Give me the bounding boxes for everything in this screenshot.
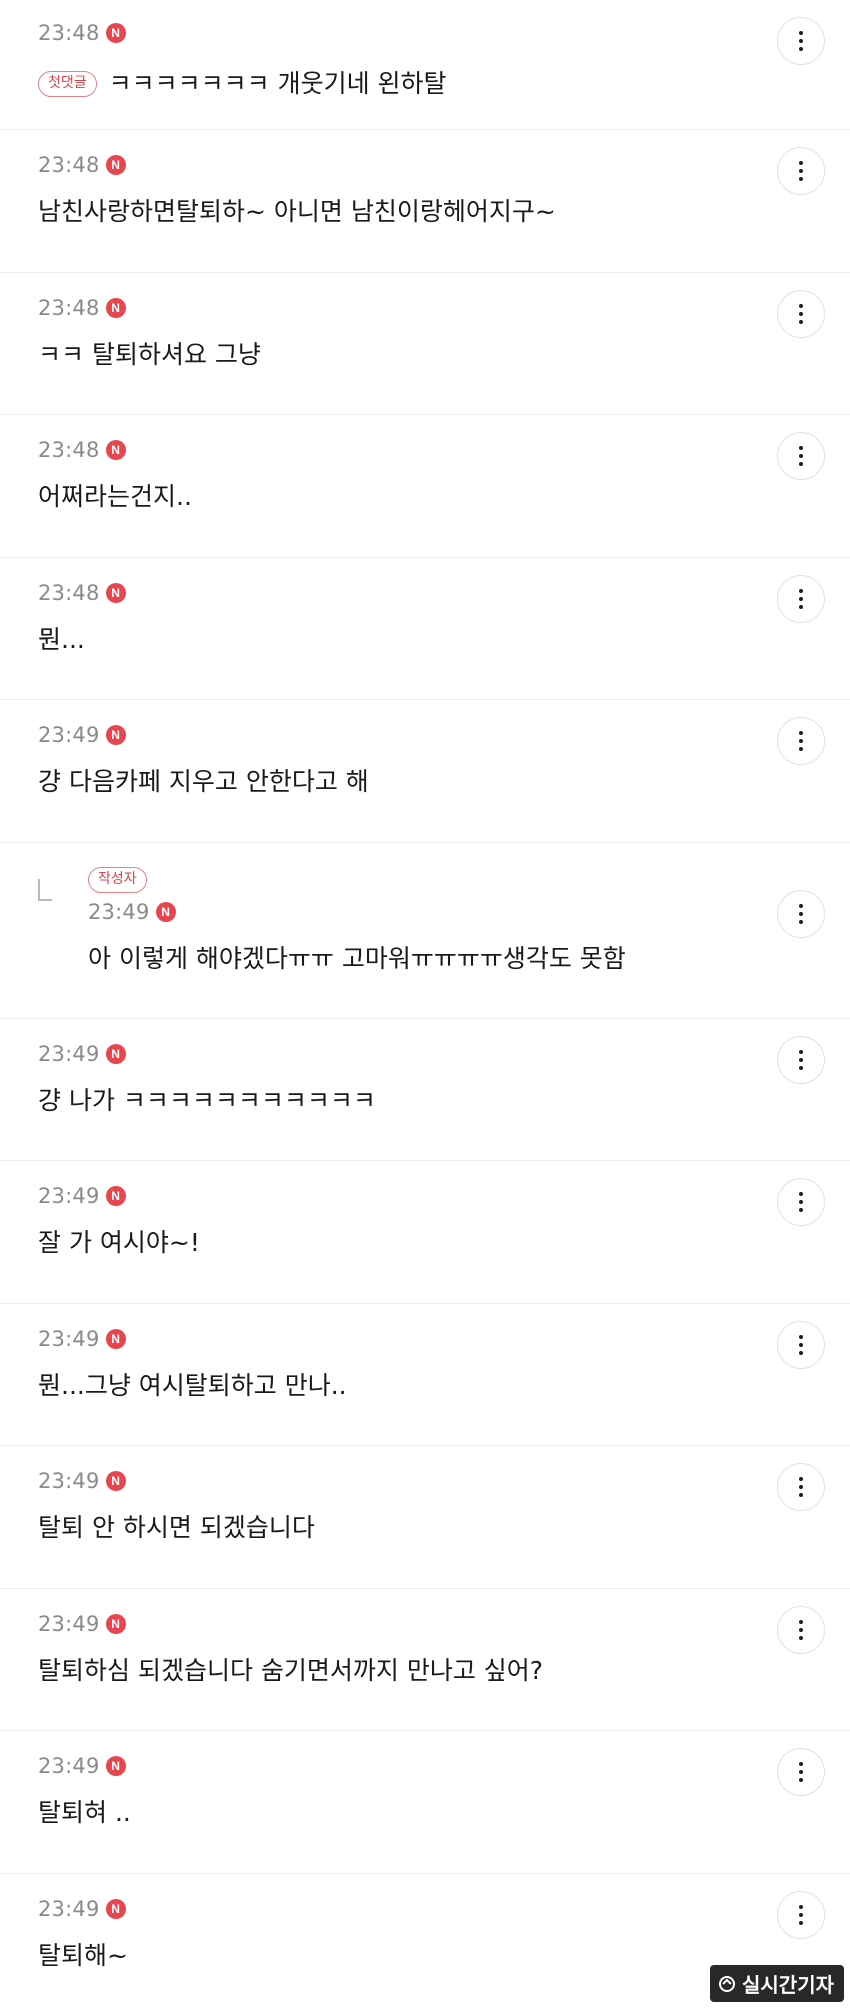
comment-timestamp: 23:49	[38, 1612, 100, 1636]
comment-item: 23:49 N 잘 가 여시야~!	[0, 1161, 850, 1304]
more-options-button[interactable]	[777, 1321, 825, 1369]
reply-item: 작성자 23:49 N 아 이렇게 해야겠다ㅠㅠ 고마워ㅠㅠㅠㅠ생각도 못함	[0, 843, 850, 1019]
more-options-button[interactable]	[777, 1178, 825, 1226]
comment-timestamp: 23:49	[38, 1042, 100, 1066]
vertical-ellipsis-icon	[799, 446, 803, 466]
vertical-ellipsis-icon	[799, 589, 803, 609]
vertical-ellipsis-icon	[799, 31, 803, 51]
comment-text: 걍 다음카페 지우고 안한다고 해	[38, 764, 369, 800]
more-options-button[interactable]	[777, 290, 825, 338]
new-badge-icon: N	[106, 1756, 126, 1776]
vertical-ellipsis-icon	[799, 1620, 803, 1640]
comment-timestamp: 23:49	[38, 1897, 100, 1921]
vertical-ellipsis-icon	[799, 1762, 803, 1782]
more-options-button[interactable]	[777, 1036, 825, 1084]
new-badge-icon: N	[156, 902, 176, 922]
watermark: 실시간기자	[710, 1965, 844, 2002]
comment-text: 탈퇴하심 되겠습니다 숨기면서까지 만나고 싶어?	[38, 1653, 543, 1689]
comment-timestamp: 23:49	[88, 900, 150, 924]
comment-timestamp: 23:48	[38, 438, 100, 462]
comment-item: 23:48 N 뭔...	[0, 558, 850, 701]
comment-timestamp: 23:48	[38, 153, 100, 177]
comment-timestamp: 23:48	[38, 21, 100, 45]
vertical-ellipsis-icon	[799, 1050, 803, 1070]
comment-timestamp: 23:48	[38, 581, 100, 605]
vertical-ellipsis-icon	[799, 731, 803, 751]
comment-text: ㅋㅋ 탈퇴하셔요 그냥	[38, 337, 261, 373]
comment-timestamp: 23:49	[38, 1754, 100, 1778]
comment-text: 탈퇴혀 ..	[38, 1795, 131, 1831]
more-options-button[interactable]	[777, 890, 825, 938]
comment-item: 23:49 N 걍 다음카페 지우고 안한다고 해	[0, 700, 850, 843]
comment-text: 잘 가 여시야~!	[38, 1225, 200, 1261]
comment-item: 23:49 N 탈퇴 안 하시면 되겠습니다	[0, 1446, 850, 1589]
new-badge-icon: N	[106, 725, 126, 745]
comment-text: 아 이렇게 해야겠다ㅠㅠ 고마워ㅠㅠㅠㅠ생각도 못함	[88, 941, 626, 977]
new-badge-icon: N	[106, 1044, 126, 1064]
comment-item: 23:48 N 어쩌라는건지..	[0, 415, 850, 558]
new-badge-icon: N	[106, 1899, 126, 1919]
watermark-label: 실시간기자	[742, 1969, 834, 1998]
more-options-button[interactable]	[777, 1891, 825, 1939]
comment-timestamp: 23:49	[38, 723, 100, 747]
more-options-button[interactable]	[777, 17, 825, 65]
more-options-button[interactable]	[777, 575, 825, 623]
comment-timestamp: 23:49	[38, 1184, 100, 1208]
comment-list: 23:48 N 첫댓글 ㅋㅋㅋㅋㅋㅋㅋ 개웃기네 왼하탈 23:48 N 남친사…	[0, 0, 850, 2016]
comment-text: ㅋㅋㅋㅋㅋㅋㅋ 개웃기네 왼하탈	[109, 66, 447, 102]
comment-item: 23:48 N ㅋㅋ 탈퇴하셔요 그냥	[0, 273, 850, 416]
new-badge-icon: N	[106, 1614, 126, 1634]
comment-text: 뭔...	[38, 622, 85, 658]
new-badge-icon: N	[106, 298, 126, 318]
vertical-ellipsis-icon	[799, 161, 803, 181]
comment-timestamp: 23:49	[38, 1469, 100, 1493]
comment-text: 뭔...그냥 여시탈퇴하고 만나..	[38, 1368, 347, 1404]
watermark-logo-icon	[718, 1975, 736, 1993]
vertical-ellipsis-icon	[799, 1477, 803, 1497]
comment-item: 23:49 N 탈퇴하심 되겠습니다 숨기면서까지 만나고 싶어?	[0, 1589, 850, 1732]
new-badge-icon: N	[106, 440, 126, 460]
more-options-button[interactable]	[777, 1463, 825, 1511]
new-badge-icon: N	[106, 23, 126, 43]
reply-arrow-icon	[38, 879, 52, 901]
comment-item: 23:48 N 첫댓글 ㅋㅋㅋㅋㅋㅋㅋ 개웃기네 왼하탈	[0, 0, 850, 130]
comment-item: 23:49 N 탈퇴혀 ..	[0, 1731, 850, 1874]
comment-item: 23:49 N 뭔...그냥 여시탈퇴하고 만나..	[0, 1304, 850, 1447]
more-options-button[interactable]	[777, 1606, 825, 1654]
more-options-button[interactable]	[777, 147, 825, 195]
comment-text: 어쩌라는건지..	[38, 479, 192, 515]
more-options-button[interactable]	[777, 432, 825, 480]
vertical-ellipsis-icon	[799, 1192, 803, 1212]
comment-text: 탈퇴해~	[38, 1938, 128, 1974]
more-options-button[interactable]	[777, 1748, 825, 1796]
vertical-ellipsis-icon	[799, 1905, 803, 1925]
vertical-ellipsis-icon	[799, 1335, 803, 1355]
comment-item: 23:49 N 걍 나가 ㅋㅋㅋㅋㅋㅋㅋㅋㅋㅋㅋ	[0, 1019, 850, 1162]
comment-text: 남친사랑하면탈퇴하~ 아니면 남친이랑헤어지구~	[38, 194, 556, 230]
first-comment-badge: 첫댓글	[38, 71, 97, 97]
vertical-ellipsis-icon	[799, 904, 803, 924]
new-badge-icon: N	[106, 1186, 126, 1206]
new-badge-icon: N	[106, 155, 126, 175]
new-badge-icon: N	[106, 1329, 126, 1349]
author-badge: 작성자	[88, 867, 147, 893]
new-badge-icon: N	[106, 583, 126, 603]
new-badge-icon: N	[106, 1471, 126, 1491]
comment-item: 23:48 N 남친사랑하면탈퇴하~ 아니면 남친이랑헤어지구~	[0, 130, 850, 273]
comment-text: 걍 나가 ㅋㅋㅋㅋㅋㅋㅋㅋㅋㅋㅋ	[38, 1083, 376, 1119]
comment-timestamp: 23:48	[38, 296, 100, 320]
vertical-ellipsis-icon	[799, 304, 803, 324]
comment-text: 탈퇴 안 하시면 되겠습니다	[38, 1510, 315, 1546]
comment-timestamp: 23:49	[38, 1327, 100, 1351]
more-options-button[interactable]	[777, 717, 825, 765]
